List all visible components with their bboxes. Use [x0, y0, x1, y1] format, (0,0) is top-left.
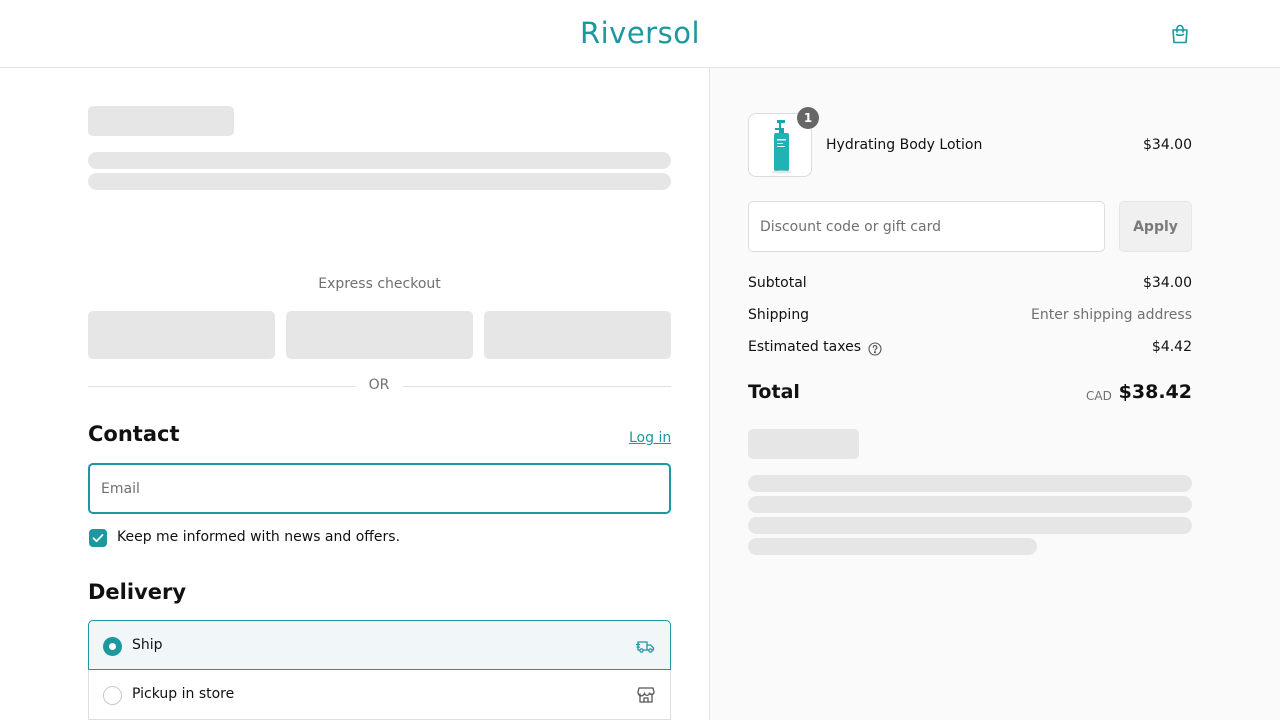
taxes-value: $4.42	[1151, 339, 1192, 355]
skeleton-line	[748, 475, 1192, 492]
skeleton-line	[748, 538, 1037, 555]
delivery-heading: Delivery	[88, 580, 187, 604]
product-name: Hydrating Body Lotion	[826, 137, 983, 153]
ship-radio[interactable]	[103, 637, 122, 656]
skeleton-line	[748, 496, 1192, 513]
pickup-radio[interactable]	[103, 686, 122, 705]
apply-discount-button[interactable]: Apply	[1119, 201, 1192, 252]
divider-line-right	[403, 386, 671, 387]
subtotal-label: Subtotal	[748, 275, 807, 291]
delivery-option-pickup[interactable]: Pickup in store	[88, 670, 671, 720]
delivery-option-ship[interactable]: Ship	[88, 620, 671, 670]
newsletter-label: Keep me informed with news and offers.	[117, 529, 401, 545]
subtotal-value: $34.00	[1143, 275, 1192, 291]
currency-code: CAD	[1086, 389, 1112, 403]
skeleton-line	[88, 152, 671, 169]
shopping-bag-icon[interactable]	[1168, 22, 1192, 46]
ship-label: Ship	[132, 637, 163, 653]
pickup-label: Pickup in store	[132, 686, 235, 702]
checkmark-icon	[92, 534, 104, 543]
express-pay-button-3[interactable]	[484, 311, 671, 359]
discount-code-input[interactable]	[748, 201, 1105, 252]
login-link[interactable]: Log in	[629, 430, 671, 446]
help-circle-icon[interactable]	[868, 341, 882, 356]
contact-heading: Contact	[88, 422, 180, 446]
truck-icon	[635, 636, 656, 656]
quantity-badge: 1	[797, 107, 819, 129]
skeleton-heading	[748, 429, 859, 459]
total-label: Total	[748, 381, 800, 403]
total-value: $38.42	[1118, 381, 1192, 403]
store-icon	[636, 685, 656, 705]
skeleton-line	[88, 173, 671, 190]
divider-line-left	[88, 386, 355, 387]
shipping-value: Enter shipping address	[1031, 307, 1192, 323]
skeleton-heading	[88, 106, 234, 136]
product-price: $34.00	[1143, 137, 1192, 153]
taxes-label: Estimated taxes	[748, 339, 862, 355]
express-pay-button-2[interactable]	[286, 311, 473, 359]
newsletter-checkbox[interactable]	[89, 529, 107, 547]
or-divider: OR	[368, 377, 390, 393]
shipping-label: Shipping	[748, 307, 810, 323]
site-header: Riversol	[0, 0, 1280, 68]
express-checkout-title: Express checkout	[318, 276, 441, 292]
express-pay-button-1[interactable]	[88, 311, 275, 359]
email-input[interactable]	[88, 463, 671, 514]
brand-logo[interactable]: Riversol	[0, 16, 1280, 50]
skeleton-line	[748, 517, 1192, 534]
